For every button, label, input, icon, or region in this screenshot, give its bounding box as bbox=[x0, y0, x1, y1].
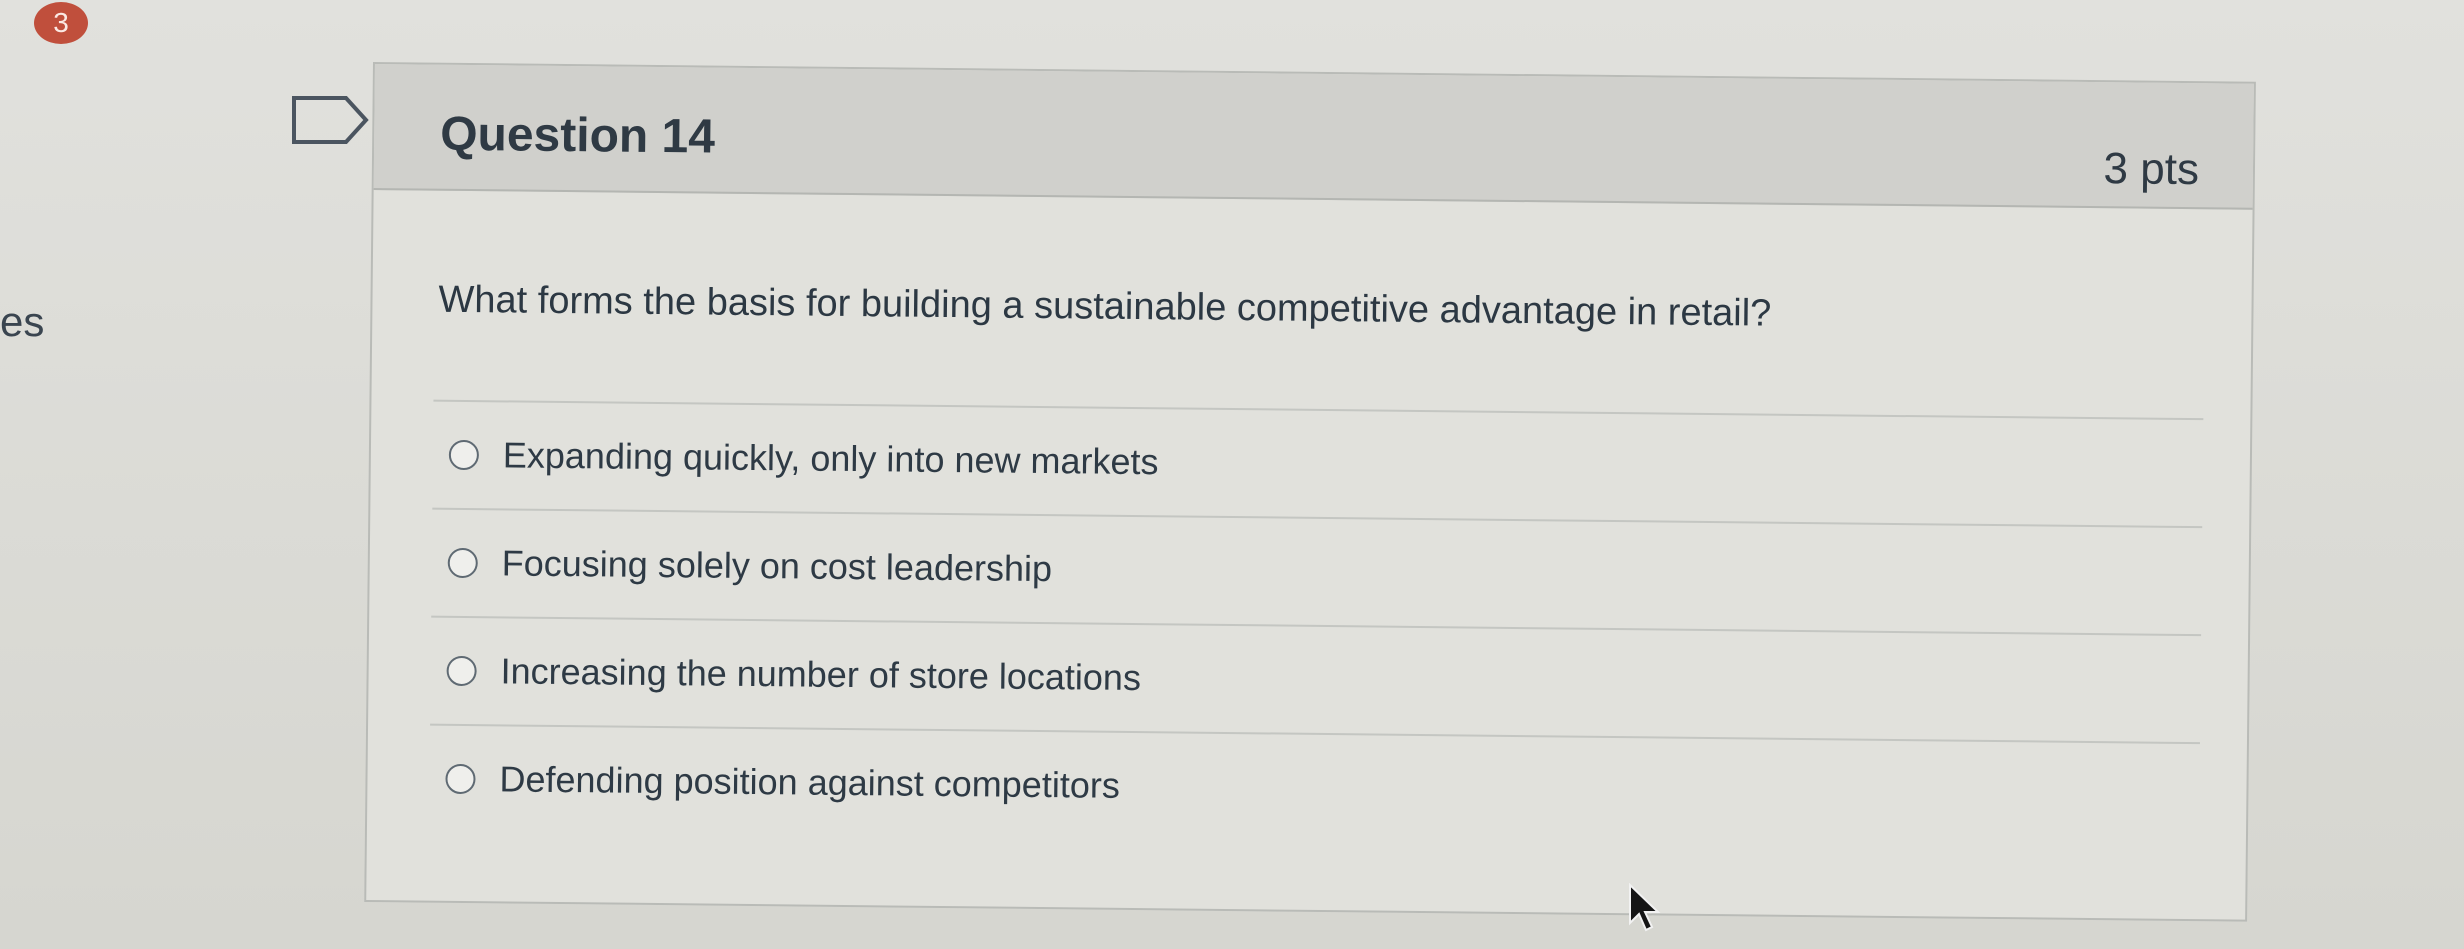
answer-label[interactable]: Defending position against competitors bbox=[499, 758, 1120, 806]
mouse-pointer-icon bbox=[1629, 883, 1661, 932]
answer-option[interactable]: Increasing the number of store locations bbox=[430, 615, 2202, 743]
answer-option[interactable]: Focusing solely on cost leadership bbox=[431, 507, 2203, 635]
answer-option[interactable]: Defending position against competitors bbox=[428, 723, 2200, 851]
answer-label[interactable]: Increasing the number of store locations bbox=[500, 650, 1141, 699]
radio-button-icon[interactable] bbox=[447, 547, 478, 579]
answer-label[interactable]: Focusing solely on cost leadership bbox=[502, 542, 1053, 590]
answer-list: Expanding quickly, only into new markets… bbox=[428, 399, 2204, 851]
answer-label[interactable]: Expanding quickly, only into new markets bbox=[503, 434, 1159, 483]
radio-button-icon[interactable] bbox=[445, 763, 476, 795]
sidebar-nav-item-partial[interactable]: es bbox=[0, 298, 44, 346]
radio-button-icon[interactable] bbox=[446, 655, 477, 687]
radio-button-icon[interactable] bbox=[448, 439, 480, 471]
question-title: Question 14 bbox=[439, 107, 716, 164]
notification-count-badge: 3 bbox=[34, 2, 88, 44]
question-points: 3 pts bbox=[2103, 144, 2200, 195]
flag-question-icon[interactable] bbox=[290, 94, 370, 146]
question-header: Question 14 3 pts bbox=[373, 64, 2254, 210]
question-text: What forms the basis for building a sust… bbox=[438, 278, 1772, 335]
answer-option[interactable]: Expanding quickly, only into new markets bbox=[432, 399, 2204, 527]
question-card: Question 14 3 pts What forms the basis f… bbox=[364, 62, 2256, 922]
